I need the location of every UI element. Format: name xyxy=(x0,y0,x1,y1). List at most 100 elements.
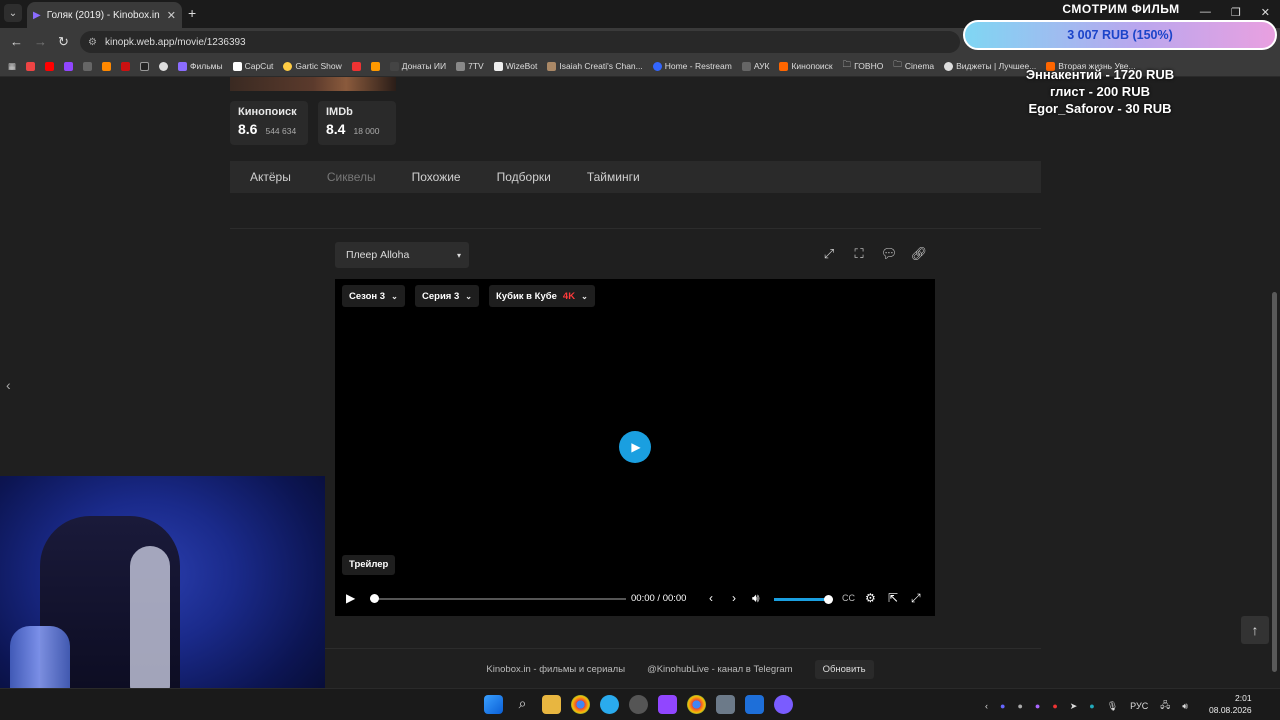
bookmark-7tv[interactable]: 7TV xyxy=(456,61,484,71)
scrollbar-thumb[interactable] xyxy=(1272,292,1277,672)
bookmark-films[interactable]: Фильмы xyxy=(178,61,223,71)
bookmark-red[interactable] xyxy=(121,61,131,71)
bookmark-restream[interactable]: Home - Restream xyxy=(652,61,732,71)
file-explorer-icon[interactable] xyxy=(542,695,561,714)
time-display: 00:00 / 00:00 xyxy=(631,593,687,604)
comment-icon[interactable]: 💬︎ xyxy=(878,242,900,266)
browser-tab-active[interactable]: ▶ Голяк (2019) - Kinobox.in ✕ xyxy=(27,2,182,28)
episode-select[interactable]: Серия 3 ⌄ xyxy=(415,285,479,307)
tab-similar[interactable]: Похожие xyxy=(412,170,461,184)
tray-app-icon[interactable]: ● xyxy=(1052,701,1057,711)
episode-label: Серия 3 xyxy=(422,290,460,302)
footer-site-link[interactable]: Kinobox.in - фильмы и сериалы xyxy=(486,664,625,675)
dub-select[interactable]: Кубик в Кубе 4K ⌄ xyxy=(489,285,595,307)
progress-bar[interactable] xyxy=(370,594,626,603)
app-icon[interactable] xyxy=(745,695,764,714)
app-circle-icon[interactable] xyxy=(774,695,793,714)
volume-knob[interactable] xyxy=(824,595,833,604)
telegram-tray-icon[interactable]: ➤ xyxy=(1070,701,1078,712)
settings-app-icon[interactable] xyxy=(716,695,735,714)
refresh-button[interactable]: Обновить xyxy=(814,659,874,679)
play-icon[interactable]: ▶ xyxy=(346,591,355,605)
bookmark-wizebot[interactable]: WizeBot xyxy=(493,61,537,71)
bookmark-gmail[interactable] xyxy=(26,61,36,71)
search-icon[interactable]: ⌕ xyxy=(513,695,532,714)
donor-item: глист - 200 RUB xyxy=(1050,84,1150,99)
movie-poster xyxy=(230,77,396,91)
video-player[interactable]: Сезон 3 ⌄ Серия 3 ⌄ Кубик в Кубе 4K ⌄ ▶ … xyxy=(335,279,935,616)
tray-app-icon[interactable]: ● xyxy=(1089,701,1094,711)
video-controls: ▶ 00:00 / 00:00 ‹ › 🔊︎ CC ⚙ ⇱ ⤢ xyxy=(335,589,935,609)
clock[interactable]: 2:01 08.08.2026 xyxy=(1209,692,1252,716)
microphone-icon[interactable]: 🎙︎ xyxy=(1107,701,1118,712)
season-select[interactable]: Сезон 3 ⌄ xyxy=(342,285,405,307)
new-tab-icon[interactable]: + xyxy=(188,5,196,21)
progress-knob[interactable] xyxy=(370,594,379,603)
player-select[interactable]: Плеер Alloha ▾ xyxy=(335,242,469,268)
donor-item: Эннакентий - 1720 RUB xyxy=(1025,67,1175,82)
next-episode-icon[interactable]: › xyxy=(732,591,736,605)
tray-expand-icon[interactable]: ‹ xyxy=(985,701,988,711)
site-info-icon[interactable]: ⚙ xyxy=(88,37,97,48)
fullscreen-frame-icon[interactable]: ⛶ xyxy=(848,242,870,266)
bookmark-twitch[interactable] xyxy=(64,61,74,71)
expand-icon[interactable]: ⤢ xyxy=(818,242,840,266)
language-indicator[interactable]: РУС xyxy=(1130,701,1148,711)
settings-icon[interactable]: ⚙ xyxy=(865,591,876,605)
chevron-down-icon: ▾ xyxy=(456,250,461,260)
windows-start-icon[interactable] xyxy=(484,695,503,714)
tab-sequels[interactable]: Сиквелы xyxy=(327,170,376,184)
popout-icon[interactable]: ⇱ xyxy=(888,591,898,605)
tray-app-icon[interactable]: ● xyxy=(1000,701,1005,711)
speaker-icon[interactable]: 🔊︎ xyxy=(1182,701,1188,712)
bookmark-donations[interactable] xyxy=(370,61,380,71)
link-icon[interactable]: 🔗︎ xyxy=(908,242,930,266)
telegram-icon[interactable] xyxy=(600,695,619,714)
tray-app-icon[interactable]: ● xyxy=(1017,701,1022,711)
chevron-left-icon[interactable]: ‹ xyxy=(6,377,11,393)
tab-timings[interactable]: Тайминги xyxy=(587,170,640,184)
back-icon[interactable]: ← xyxy=(10,34,23,49)
tray-app-icon[interactable]: ● xyxy=(1035,701,1040,711)
bookmark-donaty[interactable]: Донаты ИИ xyxy=(389,61,446,71)
bookmark-folder-cinema[interactable]: 🗀 Cinema xyxy=(893,59,934,73)
bookmark-kinopoisk[interactable]: Кинопоиск xyxy=(779,61,833,71)
bookmark-capcut[interactable]: CapCut xyxy=(232,61,273,71)
donation-goal-title: СМОТРИМ ФИЛЬМ xyxy=(1062,2,1180,16)
trailer-button[interactable]: Трейлер xyxy=(342,555,396,575)
maximize-icon[interactable]: ❐ xyxy=(1231,6,1241,19)
footer-telegram-link[interactable]: @KinohubLive - канал в Telegram xyxy=(647,664,793,675)
chevron-down-icon: ⌄ xyxy=(391,291,398,301)
bookmark-youtube[interactable] xyxy=(45,61,55,71)
tab-actors[interactable]: Актёры xyxy=(250,170,291,184)
forward-icon[interactable]: → xyxy=(34,34,47,49)
apps-grid-icon[interactable]: ▦ xyxy=(8,61,16,72)
volume-slider[interactable] xyxy=(774,595,833,604)
volume-icon[interactable]: 🔊︎ xyxy=(752,591,760,606)
bookmark-folder-govno[interactable]: 🗀 ГОВНО xyxy=(843,59,884,73)
bookmark-hd[interactable] xyxy=(83,61,93,71)
close-tab-icon[interactable]: ✕ xyxy=(167,9,176,22)
chrome-icon[interactable] xyxy=(571,695,590,714)
close-window-icon[interactable]: ✕ xyxy=(1261,6,1270,19)
bookmark-dark[interactable] xyxy=(140,61,150,71)
bookmark-auk[interactable]: АУК xyxy=(741,61,769,71)
network-icon[interactable]: 🖧︎ xyxy=(1160,698,1170,714)
bookmark-orange[interactable] xyxy=(102,61,112,71)
bookmark-isaiah[interactable]: Isaiah Creati's Chan... xyxy=(547,61,643,71)
scroll-top-button[interactable]: ↑ xyxy=(1241,616,1269,644)
reload-icon[interactable]: ↻ xyxy=(58,34,69,50)
chrome-active-icon[interactable] xyxy=(687,695,706,714)
fullscreen-icon[interactable]: ⤢ xyxy=(911,591,921,606)
url-input[interactable]: ⚙ kinopk.web.app/movie/1236393 xyxy=(80,31,960,53)
bookmark-red2[interactable] xyxy=(351,61,361,71)
prev-episode-icon[interactable]: ‹ xyxy=(709,591,713,605)
bookmark-gartic[interactable]: Gartic Show xyxy=(283,61,342,71)
bookmark-circle[interactable] xyxy=(159,61,169,71)
twitch-icon[interactable] xyxy=(658,695,677,714)
play-button-large[interactable]: ▶ xyxy=(619,431,651,463)
obs-icon[interactable] xyxy=(629,695,648,714)
tab-search-icon[interactable]: ⌄ xyxy=(4,4,22,22)
subtitles-icon[interactable]: CC xyxy=(842,593,855,603)
tab-collections[interactable]: Подборки xyxy=(497,170,551,184)
